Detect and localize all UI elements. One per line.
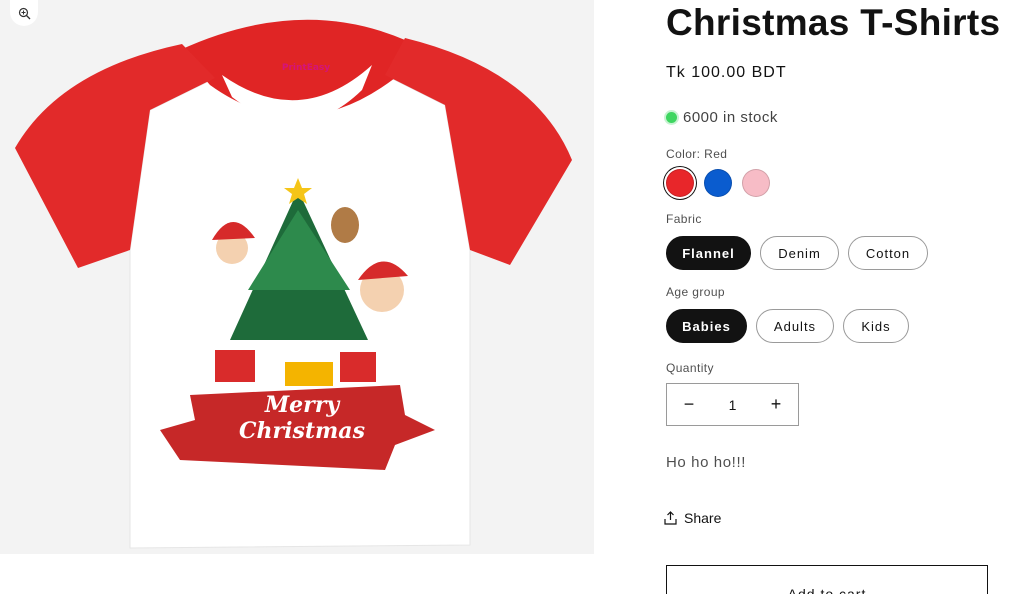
share-button[interactable]: Share bbox=[664, 510, 721, 526]
age-option-adults[interactable]: Adults bbox=[756, 309, 834, 343]
swatch-pink[interactable] bbox=[742, 169, 770, 197]
share-label: Share bbox=[684, 510, 722, 526]
color-label: Color: Red bbox=[666, 147, 728, 161]
product-image bbox=[0, 0, 594, 554]
fabric-option-flannel[interactable]: Flannel bbox=[666, 236, 751, 270]
in-stock-dot-icon bbox=[666, 112, 677, 123]
product-title: Christmas T-Shirts bbox=[666, 2, 1001, 43]
fabric-label: Fabric bbox=[666, 212, 702, 226]
quantity-input[interactable]: 1 bbox=[713, 397, 753, 413]
fabric-option-denim[interactable]: Denim bbox=[760, 236, 839, 270]
swatch-red[interactable] bbox=[666, 169, 694, 197]
decrease-quantity-button[interactable]: − bbox=[667, 384, 711, 425]
stock-text: 6000 in stock bbox=[683, 109, 778, 126]
zoom-in-icon bbox=[18, 7, 30, 19]
quantity-label: Quantity bbox=[666, 361, 714, 375]
stock-status: 6000 in stock bbox=[666, 109, 778, 126]
share-icon bbox=[664, 511, 677, 525]
product-price: Tk 100.00 BDT bbox=[666, 64, 787, 81]
fabric-options: Flannel Denim Cotton bbox=[666, 236, 928, 270]
brand-tag-text: PrintEasy bbox=[281, 63, 331, 73]
product-description: Ho ho ho!!! bbox=[666, 454, 746, 471]
age-group-label: Age group bbox=[666, 285, 725, 299]
product-media[interactable]: PrintEasy Merry Christmas bbox=[0, 0, 594, 554]
add-to-cart-button[interactable]: Add to cart bbox=[666, 565, 988, 594]
quantity-stepper: − 1 + bbox=[666, 383, 799, 426]
swatch-blue[interactable] bbox=[704, 169, 732, 197]
age-option-kids[interactable]: Kids bbox=[843, 309, 909, 343]
banner-text: Merry Christmas bbox=[239, 392, 365, 444]
age-group-options: Babies Adults Kids bbox=[666, 309, 909, 343]
color-swatches bbox=[666, 169, 770, 197]
increase-quantity-button[interactable]: + bbox=[754, 384, 798, 425]
fabric-option-cotton[interactable]: Cotton bbox=[848, 236, 928, 270]
age-option-babies[interactable]: Babies bbox=[666, 309, 747, 343]
